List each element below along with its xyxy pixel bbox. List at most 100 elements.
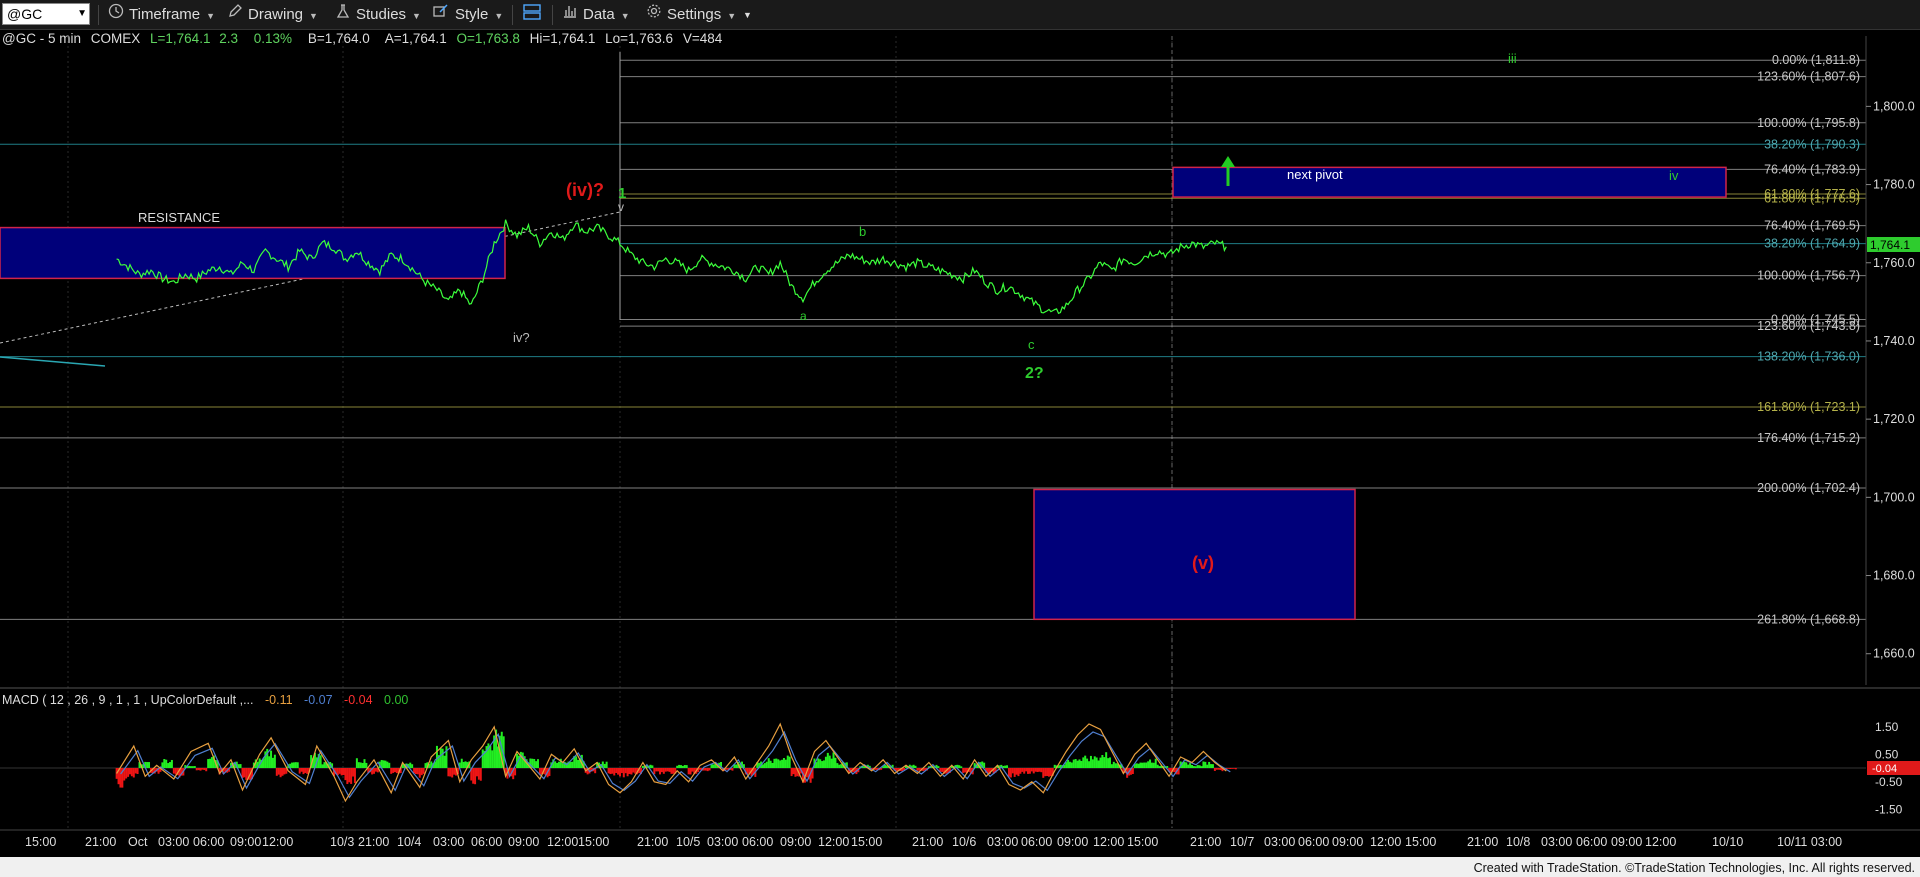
gridlines [67,36,1173,828]
time-tick-label: 21:00 [637,835,668,849]
price-tick-label: 1,800.0 [1873,99,1915,113]
time-tick-label: 09:00 [1332,835,1363,849]
fib-label: 123.60% (1,807.6) [1757,70,1860,84]
time-tick-label: 03:00 [158,835,189,849]
time-tick-label: 15:00 [1127,835,1158,849]
wave-iv-red-label: (iv)? [566,180,604,200]
wave-v-red-label: (v) [1192,553,1214,573]
header-last: L=1,764.1 [150,31,210,46]
header-bid: B=1,764.0 [308,31,370,46]
time-tick-label: 09:00 [1611,835,1642,849]
header-exchange: COMEX [91,31,141,46]
price-tick-label: 1,780.0 [1873,178,1915,192]
price-tick-label: 1,700.0 [1873,490,1915,504]
header-volume: V=484 [683,31,723,46]
chart-area[interactable]: @GC - 5 min COMEX L=1,764.1 2.3 0.13% B=… [0,0,1920,877]
macd-value-3: -0.04 [344,693,373,707]
time-tick-label: 10/11 03:00 [1777,835,1842,849]
fib-label: 200.00% (1,702.4) [1757,481,1860,495]
time-tick-label: 09:00 [780,835,811,849]
wave-iv-small-label: iv [1669,168,1679,183]
wave-iv-q-label: iv? [513,330,530,345]
time-tick-label: 12:00 [1370,835,1401,849]
macd-current-value: -0.04 [1872,763,1897,775]
fib-label: 176.40% (1,715.2) [1757,431,1860,445]
time-tick-label: 10/3 [330,835,354,849]
fib-label: 261.80% (1,668.8) [1757,612,1860,626]
macd-signal-line [120,730,1231,799]
macd-value-1: -0.11 [265,693,293,707]
trendline-cyan[interactable] [0,356,106,367]
time-tick-label: 15:00 [578,835,609,849]
last-price-value: 1,764.1 [1870,238,1910,252]
time-tick-label: 06:00 [1021,835,1052,849]
fib-label: 161.80% (1,723.1) [1757,400,1860,414]
fib-label: 76.40% (1,783.9) [1764,162,1860,176]
header-open: O=1,763.8 [456,31,519,46]
time-tick-label: 09:00 [508,835,539,849]
time-tick-label: 06:00 [1576,835,1607,849]
time-tick-label: 10/6 [952,835,976,849]
macd-value-4: 0.00 [384,693,408,707]
macd-line [116,722,1227,803]
header-high: Hi=1,764.1 [530,31,596,46]
macd-tick-label: 1.50 [1875,720,1899,734]
time-tick-label: 06:00 [471,835,502,849]
fib-label: 100.00% (1,795.8) [1757,116,1860,130]
wave-iii-label: iii [1508,51,1517,66]
header-low: Lo=1,763.6 [605,31,673,46]
time-tick-label: 03:00 [1541,835,1572,849]
macd-tick-label: -1.50 [1875,802,1903,816]
macd-value-2: -0.07 [304,693,333,707]
time-tick-label: 03:00 [433,835,464,849]
time-tick-label: 12:00 [262,835,293,849]
time-tick-label: 09:00 [230,835,261,849]
fib-label: 38.20% (1,764.9) [1764,237,1860,251]
price-axis[interactable]: 1,800.0 1,780.0 1,760.0 1,740.0 1,720.0 1,700… [1866,99,1915,661]
time-tick-label: 21:00 [358,835,389,849]
fib-label: 138.20% (1,736.0) [1757,350,1860,364]
fib-label: 38.20% (1,790.3) [1764,137,1860,151]
zone-rect [1172,166,1727,198]
time-tick-label: 06:00 [1298,835,1329,849]
macd-header: MACD ( 12 , 26 , 9 , 1 , 1 , UpColorDefa… [2,693,408,707]
header-change-pct: 0.13% [254,31,292,46]
wave-v-small-label: v [618,200,624,214]
time-tick-label: 21:00 [85,835,116,849]
fib-label: 76.40% (1,769.5) [1764,219,1860,233]
fib-lines [0,59,1866,620]
fib-labels: 0.00% (1,811.8) 123.60% (1,807.6) 100.00% … [1757,53,1860,626]
header-change: 2.3 [219,31,238,46]
header-ask: A=1,764.1 [385,31,447,46]
fib-label: 61.80% (1,776.5) [1764,191,1860,205]
price-tick-label: 1,660.0 [1873,647,1915,661]
time-tick-label: 15:00 [851,835,882,849]
price-tick-label: 1,680.0 [1873,569,1915,583]
time-tick-label: 10/4 [397,835,421,849]
fib-label: 123.60% (1,743.8) [1757,319,1860,333]
time-tick-label: 21:00 [1467,835,1498,849]
time-tick-label: 10/7 [1230,835,1254,849]
macd-label: MACD ( 12 , 26 , 9 , 1 , 1 , UpColorDefa… [2,693,254,707]
time-tick-label: 10/5 [676,835,700,849]
time-tick-label: 06:00 [742,835,773,849]
wave-a-label: a [800,309,807,323]
fib-label: 0.00% (1,811.8) [1772,53,1860,67]
header-symbol: @GC - 5 min [2,31,81,46]
price-tick-label: 1,740.0 [1873,334,1915,348]
time-tick-label: 21:00 [912,835,943,849]
time-tick-label: 10/10 [1712,835,1743,849]
time-tick-label: 03:00 [987,835,1018,849]
price-tick-label: 1,760.0 [1873,256,1915,270]
time-tick-label: 03:00 [1264,835,1295,849]
macd-tick-label: -0.50 [1875,775,1903,789]
macd-tick-label: 0.50 [1875,747,1899,761]
time-tick-label: 03:00 [707,835,738,849]
time-tick-label: 12:00 [1093,835,1124,849]
time-tick-label: 09:00 [1057,835,1088,849]
time-tick-label: 12:00 [547,835,578,849]
wave-b-label: b [859,224,866,239]
time-tick-label: Oct [128,835,148,849]
time-axis[interactable]: 15:00 21:00 Oct 03:00 06:00 09:00 12:00 10/3 21:… [25,835,1842,849]
time-tick-label: 10/8 [1506,835,1530,849]
